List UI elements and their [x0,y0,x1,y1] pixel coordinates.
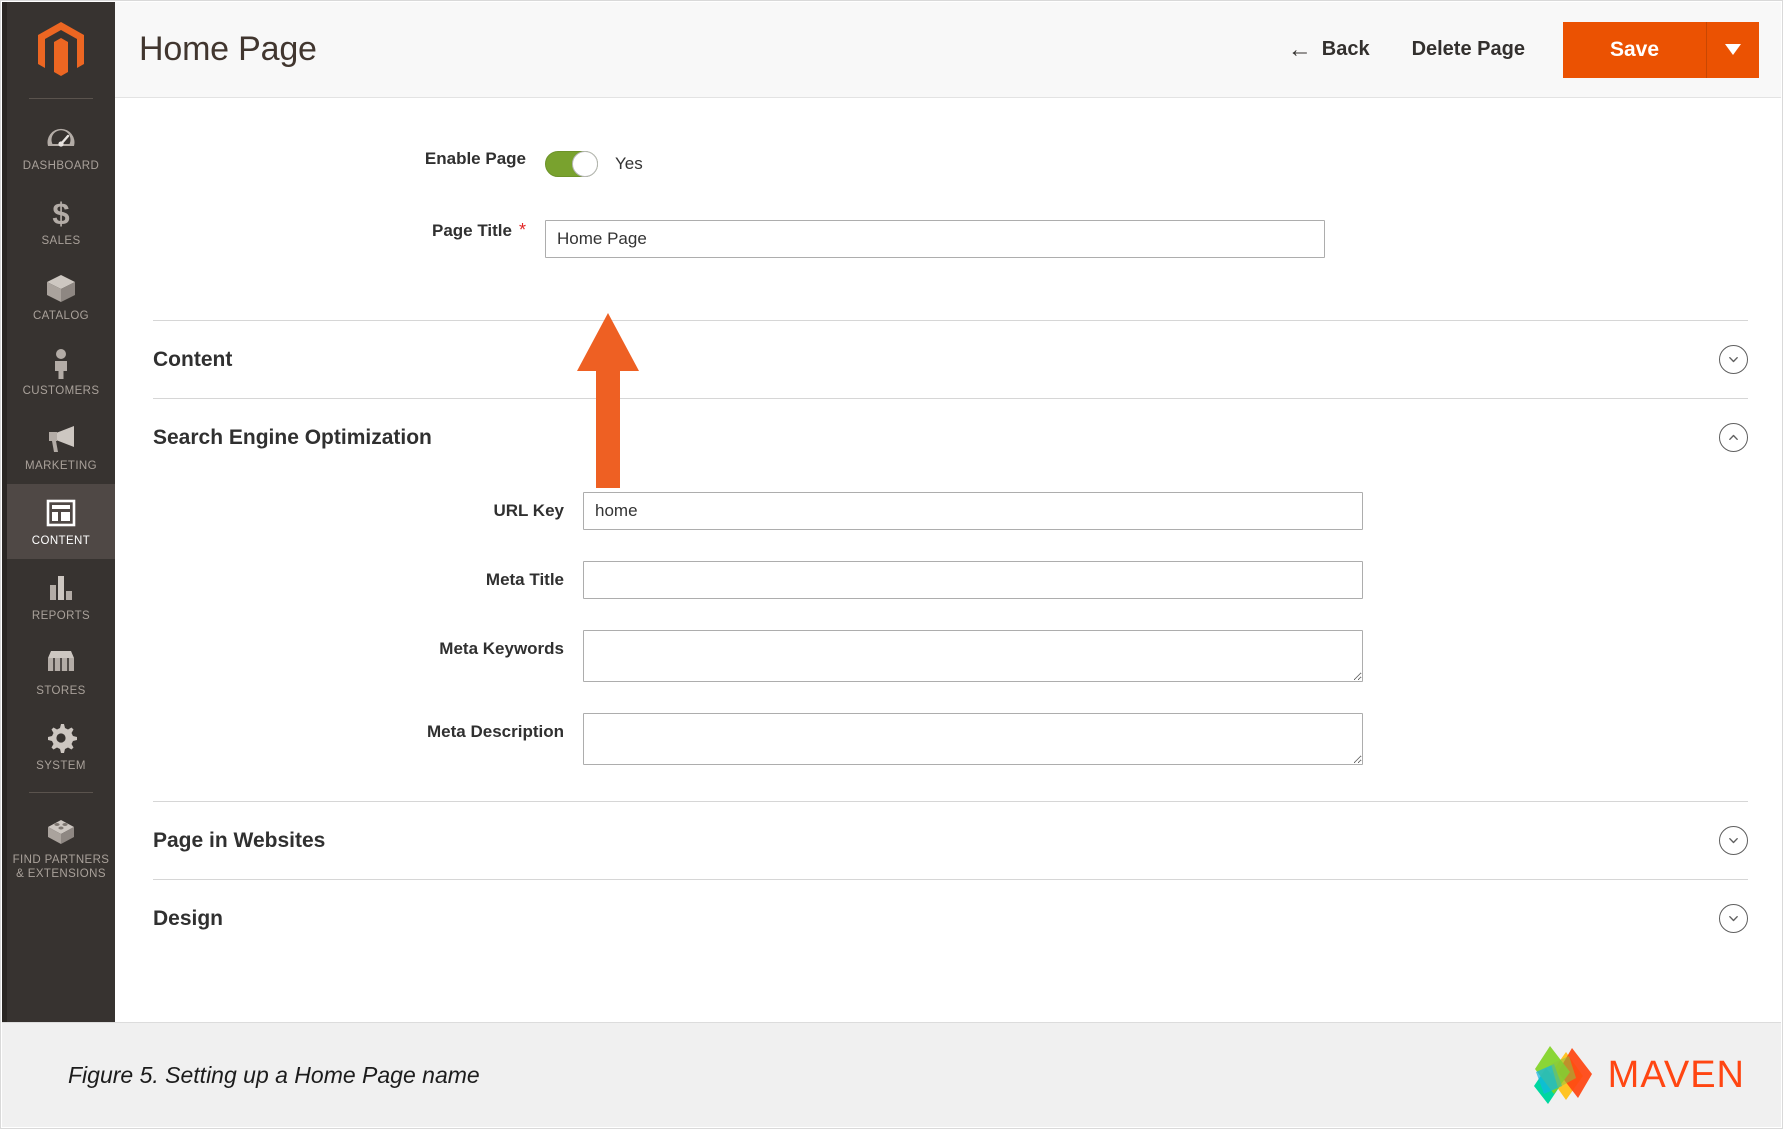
meta-title-input[interactable] [583,561,1363,599]
section-seo-body: URL Key Meta Title Meta Keywords Meta De… [153,492,1748,801]
delete-page-label: Delete Page [1411,38,1525,60]
field-meta-title: Meta Title [153,561,1748,599]
section-seo-header[interactable]: Search Engine Optimization [153,399,1748,476]
enable-page-label: Enable Page [424,149,526,168]
sidebar-item-label: CATALOG [32,310,90,322]
section-title: Design [153,906,224,930]
sidebar-item-label: REPORTS [31,610,91,622]
meta-description-label: Meta Description [427,722,564,741]
page-title-input[interactable] [545,220,1325,258]
chevron-up-icon[interactable] [1719,423,1748,452]
chevron-down-icon[interactable] [1719,826,1748,855]
caret-down-icon [1725,44,1741,55]
sidebar-item-reports[interactable]: REPORTS [7,559,115,634]
megaphone-icon [49,426,74,452]
sidebar-item-system[interactable]: SYSTEM [7,709,115,784]
section-content-header[interactable]: Content [153,321,1748,398]
admin-sidebar: DASHBOARD $ SALES CATALOG CUSTOMERS MARK… [2,2,115,1024]
save-dropdown-toggle[interactable] [1707,21,1759,78]
svg-text:$: $ [52,196,69,230]
field-enable-page: Enable Page Yes [115,149,1781,177]
page-form: Enable Page Yes Page Title * Content [115,98,1781,1023]
enable-page-toggle-wrap: Yes [545,149,643,177]
page-header: Home Page ← Back Delete Page Save [115,2,1781,98]
save-button[interactable]: Save [1562,21,1707,78]
field-meta-description: Meta Description [153,713,1748,765]
layout-icon [46,499,76,527]
section-title: Search Engine Optimization [153,425,432,449]
gauge-icon [47,128,75,147]
page-title-label-text: Page Title [431,221,512,240]
sidebar-item-label: DASHBOARD [22,160,100,172]
sidebar-item-label-line2: & EXTENSIONS [16,868,106,880]
chevron-down-icon[interactable] [1719,345,1748,374]
header-actions: ← Back Delete Page Save [1287,21,1759,78]
sidebar-divider-bottom [29,792,93,793]
bar-chart-icon [50,576,72,600]
figure-footer: Figure 5. Setting up a Home Page name MA… [2,1022,1781,1127]
sidebar-item-marketing[interactable]: MARKETING [7,409,115,484]
toggle-knob [572,151,598,177]
field-meta-keywords: Meta Keywords [153,630,1748,682]
url-key-input[interactable] [583,492,1363,530]
back-button[interactable]: ← Back [1287,35,1370,63]
figure-caption: Figure 5. Setting up a Home Page name [68,1061,480,1088]
field-url-key: URL Key [153,492,1748,530]
sidebar-item-label: SALES [41,235,81,247]
section-design: Design [153,879,1748,957]
magento-admin-screenshot: DASHBOARD $ SALES CATALOG CUSTOMERS MARK… [0,0,1783,1129]
sidebar-item-label: MARKETING [25,460,97,472]
field-page-title: Page Title * [115,220,1781,258]
sidebar-item-stores[interactable]: STORES [7,634,115,709]
section-seo: Search Engine Optimization URL Key Meta … [153,398,1748,801]
sidebar-item-catalog[interactable]: CATALOG [7,259,115,334]
section-title: Page in Websites [153,828,326,852]
back-arrow-icon: ← [1287,35,1312,63]
back-button-label: Back [1321,38,1370,60]
page-title-field-label: Page Title * [115,220,545,241]
meta-keywords-label: Meta Keywords [439,639,564,658]
enable-page-toggle[interactable] [545,151,598,177]
dollar-icon: $ [52,196,69,230]
url-key-label: URL Key [493,501,564,520]
sidebar-item-dashboard[interactable]: DASHBOARD [7,109,115,184]
maven-diamond-logo-icon [1533,1046,1592,1104]
section-content: Content [153,320,1748,398]
sidebar-item-sales[interactable]: $ SALES [7,184,115,259]
meta-description-textarea[interactable] [583,713,1363,765]
required-marker: * [518,220,526,240]
gear-icon [48,724,77,753]
section-page-in-websites: Page in Websites [153,801,1748,879]
sidebar-item-find-partners-extensions[interactable]: FIND PARTNERS & EXTENSIONS [7,803,115,892]
sidebar-divider-top [29,98,93,99]
meta-keywords-textarea[interactable] [583,630,1363,682]
maven-wordmark: MAVEN [1607,1053,1745,1096]
page-title: Home Page [139,30,317,68]
sidebar-item-label: SYSTEM [36,760,86,772]
brick-icon [48,820,74,844]
magento-logo[interactable] [7,2,115,98]
magento-logo-icon [38,22,84,76]
delete-page-button[interactable]: Delete Page [1412,38,1525,61]
maven-logo: MAVEN [1526,1042,1745,1108]
person-icon [55,349,67,379]
sidebar-item-label: FIND PARTNERS [12,854,110,866]
sidebar-item-label: CUSTOMERS [22,385,100,397]
box-icon [47,275,75,302]
sidebar-item-customers[interactable]: CUSTOMERS [7,334,115,409]
enable-page-value: Yes [615,154,643,173]
section-title: Content [153,347,233,371]
sidebar-item-label: CONTENT [31,535,91,547]
chevron-down-icon[interactable] [1719,904,1748,933]
storefront-icon [48,651,74,671]
save-split-button: Save [1562,21,1759,78]
meta-title-label: Meta Title [485,570,564,589]
sidebar-item-label: STORES [36,685,86,697]
section-design-header[interactable]: Design [153,880,1748,957]
section-page-in-websites-header[interactable]: Page in Websites [153,802,1748,879]
sidebar-item-content[interactable]: CONTENT [7,484,115,559]
